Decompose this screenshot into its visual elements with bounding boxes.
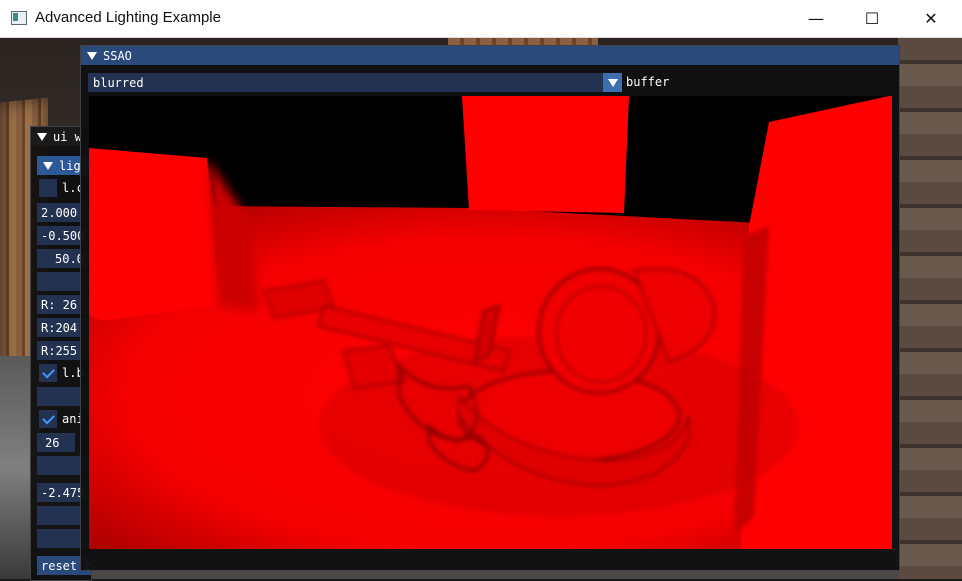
int-input[interactable]: 26: [37, 433, 75, 452]
tree-node-label: lig: [59, 158, 81, 173]
collapse-arrow-icon[interactable]: [87, 51, 97, 60]
close-button[interactable]: ✕: [908, 0, 954, 37]
minimize-icon: —: [808, 9, 824, 28]
ssao-window[interactable]: SSAO blurred buffer: [80, 45, 900, 571]
ui-window-title: ui w: [53, 129, 82, 144]
checkbox-lc[interactable]: [39, 179, 57, 197]
ssao-window-title: SSAO: [103, 48, 132, 63]
maximize-icon: ☐: [864, 9, 880, 28]
buffer-combo-value: blurred: [93, 75, 144, 90]
checkbox-animate[interactable]: [39, 410, 57, 428]
ssao-render: [89, 96, 892, 549]
maximize-button[interactable]: ☐: [849, 0, 895, 37]
collapse-arrow-icon[interactable]: [37, 132, 47, 141]
window-title: Advanced Lighting Example: [35, 9, 221, 26]
close-icon: ✕: [924, 9, 938, 28]
scene-wall-right: [898, 38, 962, 579]
buffer-combo-arrow[interactable]: [603, 73, 622, 92]
tree-arrow-icon: [43, 161, 53, 170]
ssao-window-titlebar[interactable]: SSAO: [81, 46, 899, 65]
ssao-buffer-image: [89, 96, 892, 549]
window-titlebar: Advanced Lighting Example — ☐ ✕: [0, 0, 962, 38]
buffer-combo[interactable]: blurred: [88, 73, 621, 92]
minimize-button[interactable]: —: [793, 0, 839, 37]
chevron-down-icon: [607, 78, 618, 87]
buffer-combo-label: buffer: [626, 75, 670, 89]
app-icon: [11, 11, 27, 25]
checkbox-lb[interactable]: [39, 364, 57, 382]
